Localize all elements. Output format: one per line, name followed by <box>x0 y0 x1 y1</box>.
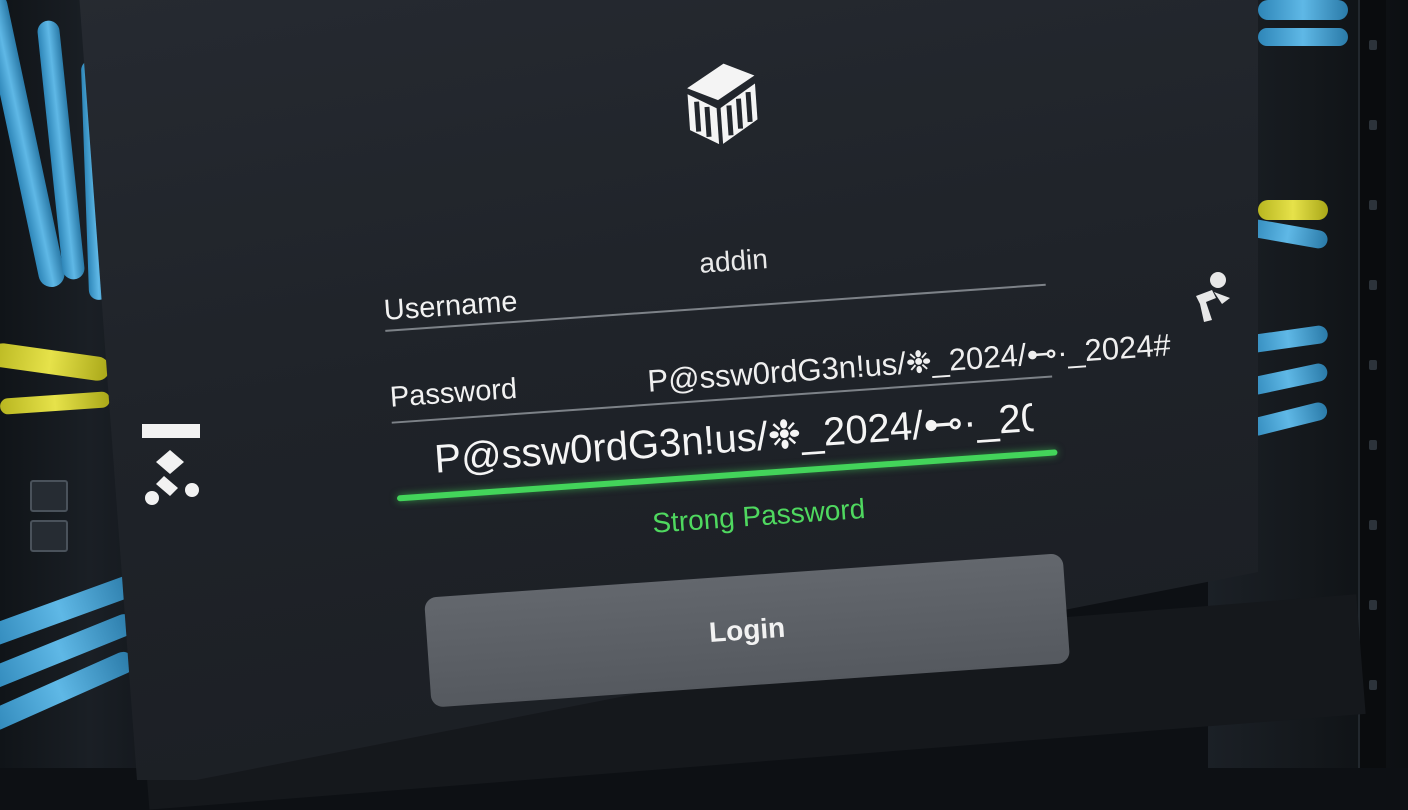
password-strength-label: Strong Password <box>651 492 867 539</box>
login-button[interactable]: Login <box>424 553 1071 708</box>
username-input[interactable]: addin <box>698 243 769 280</box>
password-label: Password <box>388 372 519 414</box>
user-pointer-icon <box>1196 272 1230 322</box>
server-rack-logo-icon <box>687 63 758 145</box>
network-tool-icon <box>142 424 200 505</box>
login-form: Username addin Password P@ssw0rdG3n!us/❉… <box>366 13 1172 759</box>
